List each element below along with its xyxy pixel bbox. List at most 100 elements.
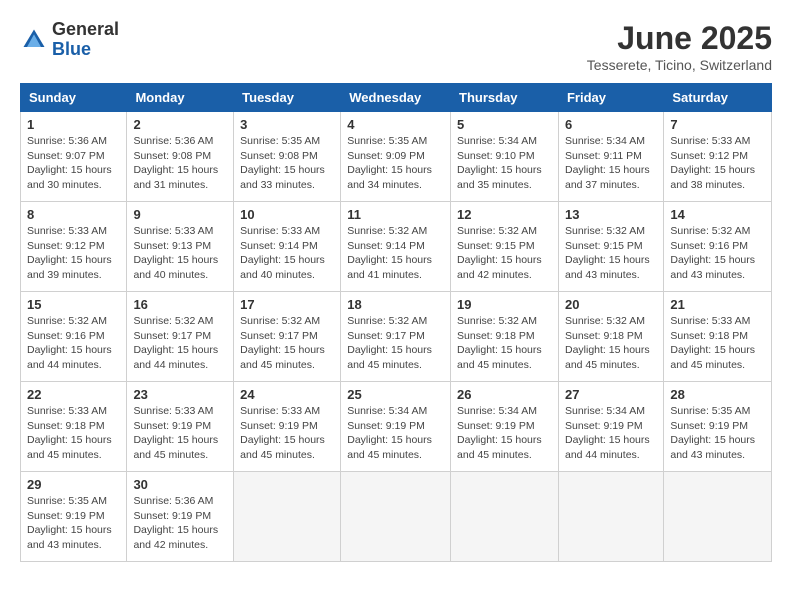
day-number: 29: [27, 477, 120, 492]
empty-cell: [664, 472, 772, 562]
day-cell-15: 15 Sunrise: 5:32 AMSunset: 9:16 PMDayligh…: [21, 292, 127, 382]
day-cell-16: 16 Sunrise: 5:32 AMSunset: 9:17 PMDayligh…: [127, 292, 234, 382]
col-header-sunday: Sunday: [21, 84, 127, 112]
week-row-5: 29 Sunrise: 5:35 AMSunset: 9:19 PMDayligh…: [21, 472, 772, 562]
day-info: Sunrise: 5:32 AMSunset: 9:15 PMDaylight:…: [457, 224, 552, 283]
week-row-1: 1 Sunrise: 5:36 AMSunset: 9:07 PMDaylight…: [21, 112, 772, 202]
day-cell-7: 7 Sunrise: 5:33 AMSunset: 9:12 PMDaylight…: [664, 112, 772, 202]
day-info: Sunrise: 5:33 AMSunset: 9:12 PMDaylight:…: [670, 134, 765, 193]
page-header: General Blue June 2025 Tesserete, Ticino…: [20, 20, 772, 73]
day-info: Sunrise: 5:33 AMSunset: 9:18 PMDaylight:…: [27, 404, 120, 463]
day-number: 6: [565, 117, 657, 132]
day-info: Sunrise: 5:36 AMSunset: 9:07 PMDaylight:…: [27, 134, 120, 193]
day-number: 12: [457, 207, 552, 222]
day-cell-13: 13 Sunrise: 5:32 AMSunset: 9:15 PMDayligh…: [558, 202, 663, 292]
day-number: 3: [240, 117, 334, 132]
day-info: Sunrise: 5:32 AMSunset: 9:15 PMDaylight:…: [565, 224, 657, 283]
day-cell-19: 19 Sunrise: 5:32 AMSunset: 9:18 PMDayligh…: [451, 292, 559, 382]
col-header-tuesday: Tuesday: [234, 84, 341, 112]
day-number: 9: [133, 207, 227, 222]
month-year-title: June 2025: [587, 20, 772, 57]
day-info: Sunrise: 5:36 AMSunset: 9:19 PMDaylight:…: [133, 494, 227, 553]
week-row-2: 8 Sunrise: 5:33 AMSunset: 9:12 PMDaylight…: [21, 202, 772, 292]
logo-icon: [20, 26, 48, 54]
day-info: Sunrise: 5:33 AMSunset: 9:14 PMDaylight:…: [240, 224, 334, 283]
day-info: Sunrise: 5:32 AMSunset: 9:17 PMDaylight:…: [347, 314, 444, 373]
day-info: Sunrise: 5:32 AMSunset: 9:18 PMDaylight:…: [565, 314, 657, 373]
day-cell-11: 11 Sunrise: 5:32 AMSunset: 9:14 PMDayligh…: [341, 202, 451, 292]
day-info: Sunrise: 5:34 AMSunset: 9:19 PMDaylight:…: [457, 404, 552, 463]
day-info: Sunrise: 5:32 AMSunset: 9:17 PMDaylight:…: [133, 314, 227, 373]
day-info: Sunrise: 5:34 AMSunset: 9:10 PMDaylight:…: [457, 134, 552, 193]
day-cell-8: 8 Sunrise: 5:33 AMSunset: 9:12 PMDaylight…: [21, 202, 127, 292]
empty-cell: [341, 472, 451, 562]
day-number: 1: [27, 117, 120, 132]
day-info: Sunrise: 5:33 AMSunset: 9:13 PMDaylight:…: [133, 224, 227, 283]
day-number: 30: [133, 477, 227, 492]
day-info: Sunrise: 5:32 AMSunset: 9:16 PMDaylight:…: [27, 314, 120, 373]
logo-text: General Blue: [52, 20, 119, 60]
day-info: Sunrise: 5:35 AMSunset: 9:09 PMDaylight:…: [347, 134, 444, 193]
day-info: Sunrise: 5:33 AMSunset: 9:19 PMDaylight:…: [240, 404, 334, 463]
calendar-header-row: SundayMondayTuesdayWednesdayThursdayFrid…: [21, 84, 772, 112]
day-info: Sunrise: 5:33 AMSunset: 9:19 PMDaylight:…: [133, 404, 227, 463]
empty-cell: [234, 472, 341, 562]
day-number: 10: [240, 207, 334, 222]
day-cell-27: 27 Sunrise: 5:34 AMSunset: 9:19 PMDayligh…: [558, 382, 663, 472]
day-info: Sunrise: 5:33 AMSunset: 9:12 PMDaylight:…: [27, 224, 120, 283]
day-number: 28: [670, 387, 765, 402]
day-cell-29: 29 Sunrise: 5:35 AMSunset: 9:19 PMDayligh…: [21, 472, 127, 562]
logo-general: General: [52, 20, 119, 40]
day-info: Sunrise: 5:35 AMSunset: 9:19 PMDaylight:…: [670, 404, 765, 463]
day-info: Sunrise: 5:34 AMSunset: 9:19 PMDaylight:…: [347, 404, 444, 463]
day-number: 4: [347, 117, 444, 132]
day-cell-24: 24 Sunrise: 5:33 AMSunset: 9:19 PMDayligh…: [234, 382, 341, 472]
day-number: 22: [27, 387, 120, 402]
logo-blue: Blue: [52, 40, 119, 60]
day-info: Sunrise: 5:32 AMSunset: 9:17 PMDaylight:…: [240, 314, 334, 373]
day-cell-28: 28 Sunrise: 5:35 AMSunset: 9:19 PMDayligh…: [664, 382, 772, 472]
day-number: 8: [27, 207, 120, 222]
day-cell-9: 9 Sunrise: 5:33 AMSunset: 9:13 PMDaylight…: [127, 202, 234, 292]
day-info: Sunrise: 5:35 AMSunset: 9:08 PMDaylight:…: [240, 134, 334, 193]
day-number: 15: [27, 297, 120, 312]
day-number: 19: [457, 297, 552, 312]
day-number: 24: [240, 387, 334, 402]
location-subtitle: Tesserete, Ticino, Switzerland: [587, 57, 772, 73]
day-info: Sunrise: 5:35 AMSunset: 9:19 PMDaylight:…: [27, 494, 120, 553]
empty-cell: [558, 472, 663, 562]
day-cell-26: 26Sunrise: 5:34 AMSunset: 9:19 PMDayligh…: [451, 382, 559, 472]
calendar-table: SundayMondayTuesdayWednesdayThursdayFrid…: [20, 83, 772, 562]
day-info: Sunrise: 5:36 AMSunset: 9:08 PMDaylight:…: [133, 134, 227, 193]
day-info: Sunrise: 5:32 AMSunset: 9:18 PMDaylight:…: [457, 314, 552, 373]
title-block: June 2025 Tesserete, Ticino, Switzerland: [587, 20, 772, 73]
day-number: 17: [240, 297, 334, 312]
day-info: Sunrise: 5:32 AMSunset: 9:14 PMDaylight:…: [347, 224, 444, 283]
day-cell-14: 14 Sunrise: 5:32 AMSunset: 9:16 PMDayligh…: [664, 202, 772, 292]
day-number: 27: [565, 387, 657, 402]
logo: General Blue: [20, 20, 119, 60]
day-number: 7: [670, 117, 765, 132]
day-cell-21: 21 Sunrise: 5:33 AMSunset: 9:18 PMDayligh…: [664, 292, 772, 382]
day-cell-5: 5 Sunrise: 5:34 AMSunset: 9:10 PMDaylight…: [451, 112, 559, 202]
day-number: 20: [565, 297, 657, 312]
day-number: 5: [457, 117, 552, 132]
empty-cell: [451, 472, 559, 562]
day-info: Sunrise: 5:32 AMSunset: 9:16 PMDaylight:…: [670, 224, 765, 283]
day-number: 21: [670, 297, 765, 312]
day-cell-10: 10 Sunrise: 5:33 AMSunset: 9:14 PMDayligh…: [234, 202, 341, 292]
day-info: Sunrise: 5:34 AMSunset: 9:19 PMDaylight:…: [565, 404, 657, 463]
day-cell-20: 20 Sunrise: 5:32 AMSunset: 9:18 PMDayligh…: [558, 292, 663, 382]
day-info: Sunrise: 5:33 AMSunset: 9:18 PMDaylight:…: [670, 314, 765, 373]
col-header-monday: Monday: [127, 84, 234, 112]
col-header-saturday: Saturday: [664, 84, 772, 112]
day-number: 14: [670, 207, 765, 222]
day-number: 11: [347, 207, 444, 222]
day-number: 13: [565, 207, 657, 222]
day-number: 25: [347, 387, 444, 402]
day-cell-23: 23Sunrise: 5:33 AMSunset: 9:19 PMDayligh…: [127, 382, 234, 472]
col-header-wednesday: Wednesday: [341, 84, 451, 112]
day-number: 16: [133, 297, 227, 312]
week-row-4: 22 Sunrise: 5:33 AMSunset: 9:18 PMDayligh…: [21, 382, 772, 472]
day-cell-12: 12 Sunrise: 5:32 AMSunset: 9:15 PMDayligh…: [451, 202, 559, 292]
